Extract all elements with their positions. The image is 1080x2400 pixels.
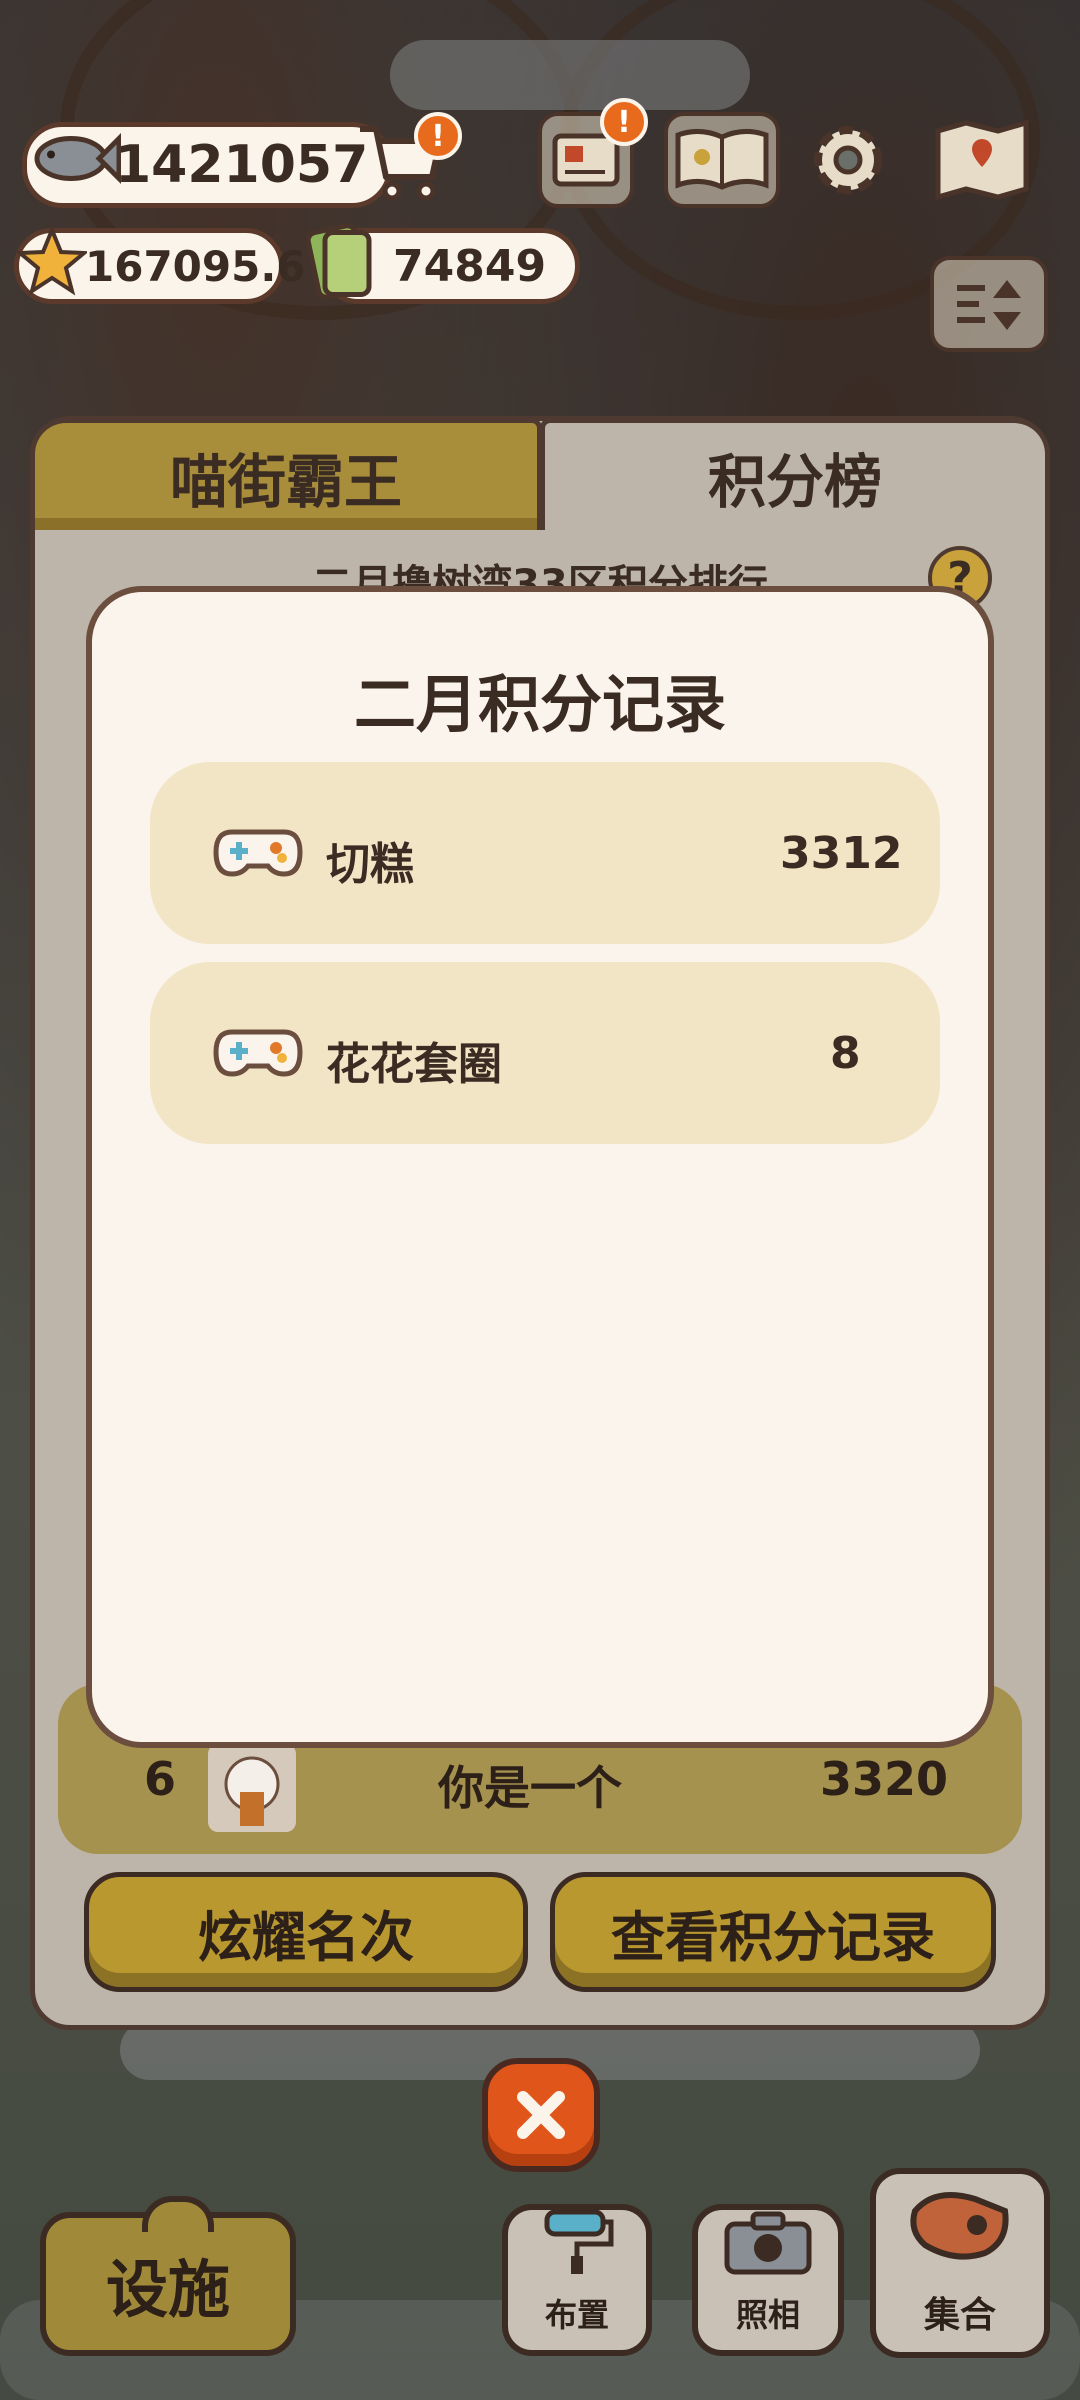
fish-icon xyxy=(25,119,122,212)
show-rank-button[interactable]: 炫耀名次 xyxy=(84,1872,528,1992)
mail-alert-badge: ! xyxy=(600,98,648,146)
fish-currency: 1421057 xyxy=(22,122,392,208)
sort-icon xyxy=(957,280,1021,330)
close-button[interactable] xyxy=(482,2058,600,2172)
layout-label: 布置 xyxy=(544,2296,609,2334)
map-button[interactable] xyxy=(934,112,1030,208)
book-icon xyxy=(675,129,769,190)
camera-icon xyxy=(723,2210,813,2284)
avatar xyxy=(208,1744,296,1832)
view-records-button[interactable]: 查看积分记录 xyxy=(550,1872,996,1992)
facility-label: 设施 xyxy=(105,2253,230,2326)
record-score: 3312 xyxy=(780,828,903,879)
record-score: 8 xyxy=(830,1028,861,1079)
gamepad-icon xyxy=(212,1026,304,1091)
tab-street-king[interactable]: 喵街霸王 xyxy=(30,418,542,530)
handbook-button[interactable] xyxy=(664,112,780,208)
whistle-icon xyxy=(905,2181,1015,2280)
photo-button[interactable]: 照相 xyxy=(692,2204,844,2356)
player-name: 你是一个 xyxy=(438,1761,622,1815)
record-game-name: 切糕 xyxy=(326,839,414,890)
star-count: 167095.6 xyxy=(85,241,306,291)
modal-title: 二月积分记录 xyxy=(353,668,726,741)
list-item: 切糕 3312 xyxy=(150,762,940,944)
close-icon xyxy=(517,2091,565,2139)
gear-icon xyxy=(814,126,882,194)
shop-alert-badge: ! xyxy=(414,112,462,160)
points-record-modal: 二月积分记录 切糕 3312 花花套圈 8 xyxy=(86,586,994,1748)
settings-button[interactable] xyxy=(800,112,896,208)
sort-toggle-button[interactable] xyxy=(930,256,1048,352)
fish-count: 1421057 xyxy=(115,135,369,195)
shop-button[interactable]: ! xyxy=(350,110,462,210)
ticket-icon xyxy=(303,219,383,314)
layout-button[interactable]: 布置 xyxy=(502,2204,652,2356)
star-currency: 167095.6 xyxy=(14,224,306,306)
record-game-name: 花花套圈 xyxy=(326,1039,502,1090)
ticket-currency: 74849 xyxy=(305,223,580,304)
ticket-count: 74849 xyxy=(393,240,547,292)
list-item: 花花套圈 8 xyxy=(150,962,940,1144)
gather-label: 集合 xyxy=(923,2295,996,2336)
rank-number: 6 xyxy=(144,1752,177,1806)
gather-button[interactable]: 集合 xyxy=(870,2168,1050,2358)
gamepad-icon xyxy=(212,826,304,891)
player-score: 3320 xyxy=(820,1752,949,1806)
facility-button[interactable]: 设施 xyxy=(40,2196,296,2356)
paint-roller-icon xyxy=(537,2206,617,2284)
tab-points-ranking[interactable]: 积分榜 xyxy=(540,418,1050,530)
map-icon xyxy=(935,119,1029,201)
mail-button[interactable]: ! xyxy=(538,98,648,208)
star-icon xyxy=(14,224,90,306)
photo-label: 照相 xyxy=(735,2296,800,2334)
